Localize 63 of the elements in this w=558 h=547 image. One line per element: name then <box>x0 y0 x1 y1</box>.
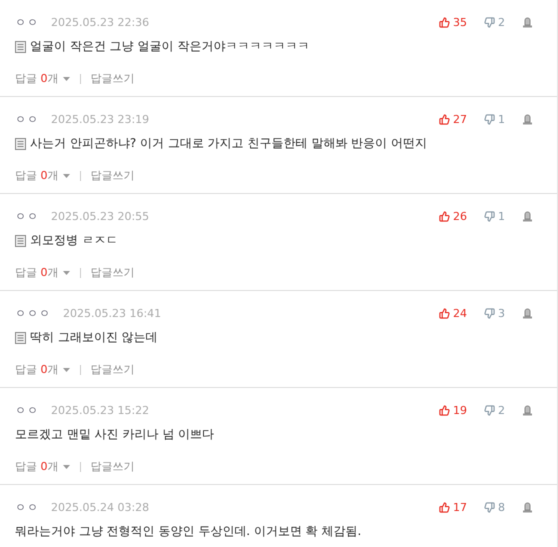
thumbs-down-icon <box>484 308 495 318</box>
caret-icon <box>62 270 70 274</box>
comment-author: ㅇㅇ <box>15 402 39 418</box>
caret-icon <box>62 464 70 468</box>
like-button[interactable]: 19 <box>439 404 467 416</box>
comment-date: 2025.05.23 20:55 <box>51 210 150 222</box>
dislike-button[interactable]: 2 <box>484 404 505 416</box>
comment-author: ㅇㅇ <box>15 14 39 30</box>
like-button[interactable]: 27 <box>439 112 467 126</box>
siren-icon[interactable] <box>522 16 533 28</box>
caret-icon <box>62 76 70 80</box>
siren-icon[interactable] <box>522 308 533 318</box>
comment-date: 2025.05.23 15:22 <box>51 404 150 416</box>
thumbs-up-icon <box>439 114 450 124</box>
thumbs-up-icon <box>439 210 450 222</box>
comment-text: 사는거 안피곤하냐? 이거 그대로 가지고 친구들한테 말해봐 반응이 어떤지 <box>30 135 427 152</box>
comment-text: 모르겠고 맨밑 사진 카리나 넘 이쁘다 <box>15 426 214 443</box>
caret-icon <box>62 174 70 178</box>
reply-toggle[interactable]: 답글 0개 <box>15 459 58 474</box>
thumbs-down-icon <box>484 404 495 416</box>
comment-text: 얼굴이 작은건 그냥 얼굴이 작은거야ㅋㅋㅋㅋㅋㅋㅋ <box>30 38 310 55</box>
thumbs-down-icon <box>484 114 495 124</box>
comment-author: ㅇㅇㅇ <box>15 306 51 320</box>
siren-icon[interactable] <box>522 210 533 222</box>
thumbs-down-icon <box>484 502 495 512</box>
write-reply-link[interactable]: 답글쓰기 <box>90 459 134 474</box>
reply-toggle[interactable]: 답글 0개 <box>15 71 58 86</box>
like-button[interactable]: 17 <box>439 500 467 514</box>
like-button[interactable]: 35 <box>439 16 467 28</box>
thumbs-down-icon <box>484 16 495 28</box>
reply-toggle[interactable]: 답글 0개 <box>15 168 58 183</box>
siren-icon[interactable] <box>522 502 533 512</box>
dislike-button[interactable]: 1 <box>484 210 505 222</box>
siren-icon[interactable] <box>522 404 533 416</box>
comment-text: 뭐라는거야 그냥 전형적인 동양인 두상인데. 이거보면 확 체감됨. <box>15 523 362 540</box>
comment-date: 2025.05.23 23:19 <box>51 112 150 126</box>
dislike-button[interactable]: 8 <box>484 500 505 514</box>
comment-author: ㅇㅇ <box>15 112 39 126</box>
thumbs-up-icon <box>439 404 450 416</box>
write-reply-link[interactable]: 답글쓰기 <box>90 362 134 377</box>
dislike-button[interactable]: 2 <box>484 16 505 28</box>
like-button[interactable]: 24 <box>439 306 467 320</box>
reply-toggle[interactable]: 답글 0개 <box>15 362 58 377</box>
write-reply-link[interactable]: 답글쓰기 <box>90 265 134 280</box>
comment-date: 2025.05.23 22:36 <box>51 16 150 28</box>
like-button[interactable]: 26 <box>439 210 467 222</box>
comment-date: 2025.05.24 03:28 <box>51 500 150 514</box>
thumbs-up-icon <box>439 502 450 512</box>
caret-icon <box>62 368 70 372</box>
thumbs-up-icon <box>439 16 450 28</box>
write-reply-link[interactable]: 답글쓰기 <box>90 168 134 183</box>
thumbs-down-icon <box>484 210 495 222</box>
comment-author: ㅇㅇ <box>15 208 39 224</box>
write-reply-link[interactable]: 답글쓰기 <box>90 71 134 86</box>
siren-icon[interactable] <box>522 114 533 124</box>
thumbs-up-icon <box>439 308 450 318</box>
comment-text: 외모정병 ㄹㅈㄷ <box>30 232 118 249</box>
dislike-button[interactable]: 3 <box>484 306 505 320</box>
dislike-button[interactable]: 1 <box>484 112 505 126</box>
reply-toggle[interactable]: 답글 0개 <box>15 265 58 280</box>
comment-text: 딱히 그래보이진 않는데 <box>30 329 158 346</box>
comment-author: ㅇㅇ <box>15 500 39 514</box>
comment-date: 2025.05.23 16:41 <box>63 306 162 320</box>
